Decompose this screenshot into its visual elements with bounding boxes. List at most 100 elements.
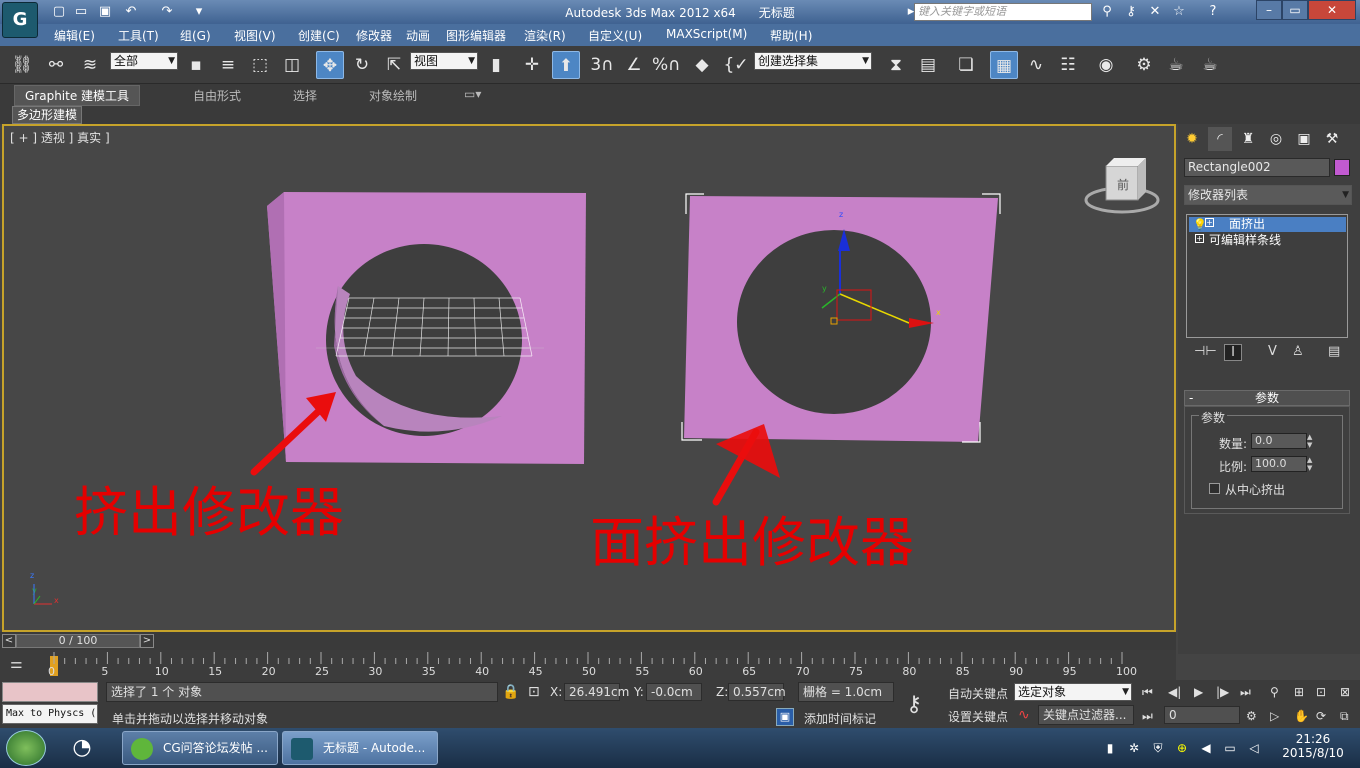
rectangular-selection-icon[interactable]: ⬚ (246, 51, 274, 79)
stack-item-face-extrude[interactable]: 💡 + 面挤出 (1189, 217, 1346, 232)
minimize-button[interactable]: – (1256, 0, 1282, 20)
next-frame-icon[interactable]: |▶ (1216, 685, 1229, 699)
time-prev-icon[interactable]: < (2, 634, 16, 648)
close-button[interactable]: ✕ (1308, 0, 1356, 20)
pivot-center-icon[interactable]: ▮ (482, 51, 510, 79)
menu-customize[interactable]: 自定义(U) (588, 27, 642, 44)
percent-snap-icon[interactable]: %∩ (652, 51, 681, 79)
zoom-all-icon[interactable]: ⊞ (1294, 685, 1304, 699)
menu-graph-editors[interactable]: 图形编辑器 (446, 27, 506, 44)
zoom-extents-all-icon[interactable]: ⊠ (1340, 685, 1350, 699)
key-filters-button[interactable]: 关键点过滤器... (1038, 705, 1134, 725)
remove-modifier-icon[interactable]: ♙ (1292, 344, 1304, 359)
modify-panel-icon[interactable]: ◜ (1208, 127, 1232, 151)
search-input[interactable]: 键入关键字或短语 (914, 3, 1092, 21)
tray-clock[interactable]: 21:26 2015/8/10 (1278, 732, 1348, 760)
render-setup-icon[interactable]: ⚙ (1130, 51, 1158, 79)
tray-speaker-icon[interactable]: ◁ (1246, 740, 1262, 756)
favorites-icon[interactable]: ☆ (1170, 3, 1188, 21)
tab-graphite[interactable]: Graphite 建模工具 (14, 85, 141, 106)
menu-animation[interactable]: 动画 (406, 27, 430, 44)
align-icon[interactable]: ▤ (914, 51, 942, 79)
app-logo-icon[interactable]: G (2, 2, 38, 38)
hierarchy-panel-icon[interactable]: ♜ (1236, 127, 1260, 151)
display-panel-icon[interactable]: ▣ (1292, 127, 1316, 151)
key-mode-dropdown[interactable]: 选定对象 (1014, 683, 1132, 701)
angle-snap-icon[interactable]: ∠ (620, 51, 648, 79)
select-object-icon[interactable]: ▪ (182, 51, 210, 79)
select-and-manipulate-icon[interactable]: ✛ (518, 51, 546, 79)
quick-access-menu-icon[interactable]: ▾ (190, 3, 208, 21)
zoom-icon[interactable]: ⚲ (1270, 685, 1279, 699)
bind-space-warp-icon[interactable]: ≋ (76, 51, 104, 79)
render-production-icon[interactable]: ☕ (1196, 51, 1224, 79)
play-icon[interactable]: ▶ (1194, 685, 1203, 699)
maximize-viewport-icon[interactable]: ⧉ (1340, 709, 1349, 724)
orbit-icon[interactable]: ⟳ (1316, 709, 1326, 723)
add-time-tag-button[interactable]: 添加时间标记 (804, 710, 876, 727)
zoom-extents-icon[interactable]: ⊡ (1316, 685, 1326, 699)
scale-spinner-arrows[interactable]: ▲ ▼ (1307, 456, 1317, 472)
pin-stack-icon[interactable]: ⊣⊢ (1194, 344, 1217, 359)
maximize-button[interactable]: ▭ (1282, 0, 1308, 20)
auto-key-button[interactable]: 自动关键点 (948, 685, 1008, 702)
open-file-icon[interactable]: ▭ (72, 3, 90, 21)
spinner-snap-icon[interactable]: ◆ (688, 51, 716, 79)
collapse-icon[interactable]: - (1189, 391, 1193, 405)
select-and-rotate-icon[interactable]: ↻ (348, 51, 376, 79)
y-coord-field[interactable]: -0.0cm (646, 683, 702, 701)
x-coord-field[interactable]: 26.491cm (564, 683, 629, 701)
time-next-icon[interactable]: > (140, 634, 154, 648)
curve-editor-icon[interactable]: ∿ (1022, 51, 1050, 79)
track-bar[interactable]: ⚌ 0 5 10 15 20 25 30 35 40 45 50 55 60 65 70 75 80 85 90 95… (0, 650, 1176, 680)
time-slider[interactable]: 0 / 100 (16, 634, 140, 648)
graphite-toggle-icon[interactable]: ▦ (990, 51, 1018, 79)
current-frame-field[interactable]: 0 (1164, 706, 1240, 724)
create-panel-icon[interactable]: ✹ (1180, 127, 1204, 151)
menu-tools[interactable]: 工具(T) (118, 27, 159, 44)
schematic-view-icon[interactable]: ☷ (1054, 51, 1082, 79)
ribbon-options-icon[interactable]: ▭▾ (464, 87, 481, 101)
select-and-link-icon[interactable]: ⛓ (8, 51, 36, 79)
perspective-viewport[interactable]: [ + ] 透视 ] 真实 ] z x y 前 z x 挤出修改器 面挤出修改器 (2, 124, 1176, 632)
z-coord-field[interactable]: 0.557cm (728, 683, 786, 701)
set-key-icon[interactable]: ⚷ (906, 692, 922, 717)
expand-icon[interactable]: + (1195, 234, 1204, 243)
help-icon[interactable]: ? (1204, 3, 1222, 21)
taskbar-item-3dsmax[interactable]: 无标题 - Autode... (282, 731, 438, 765)
time-configuration-icon[interactable]: ⚙ (1246, 709, 1257, 723)
exchange-icon[interactable]: ✕ (1146, 3, 1164, 21)
transform-mode-icon[interactable]: ⊡ (528, 684, 540, 700)
window-crossing-icon[interactable]: ◫ (278, 51, 306, 79)
layer-manager-icon[interactable]: ❏ (952, 51, 980, 79)
scale-spinner[interactable]: 100.0 (1251, 456, 1307, 472)
tray-network-icon[interactable]: ▮ (1102, 740, 1118, 756)
tray-security-icon[interactable]: ⛨ (1150, 740, 1166, 756)
motion-panel-icon[interactable]: ◎ (1264, 127, 1288, 151)
tray-app-icon[interactable]: ✲ (1126, 740, 1142, 756)
unlink-icon[interactable]: ⚯ (42, 51, 70, 79)
select-and-scale-icon[interactable]: ⇱ (380, 51, 408, 79)
material-editor-icon[interactable]: ◉ (1092, 51, 1120, 79)
maxscript-mini-listener[interactable]: Max to Physcs ( (2, 704, 98, 724)
reference-coordinate-dropdown[interactable]: 视图 (410, 52, 478, 70)
tray-volume-icon[interactable]: ◀ (1198, 740, 1214, 756)
edit-named-selection-icon[interactable]: {✓ (722, 51, 750, 79)
time-tag-icon[interactable]: ▣ (776, 708, 794, 726)
object-name-field[interactable]: Rectangle002 (1184, 158, 1330, 177)
amount-spinner-arrows[interactable]: ▲ ▼ (1307, 433, 1317, 449)
key-icon[interactable]: ⚷ (1122, 3, 1140, 21)
set-key-button[interactable]: 设置关键点 (948, 708, 1008, 725)
viewcube-front-label[interactable]: 前 (1117, 176, 1129, 193)
tray-plus-icon[interactable]: ⊕ (1174, 740, 1190, 756)
tab-freeform[interactable]: 自由形式 (193, 87, 241, 104)
selection-filter-dropdown[interactable]: 全部 (110, 52, 178, 70)
configure-modifier-sets-icon[interactable]: ▤ (1328, 344, 1340, 359)
undo-icon[interactable]: ↶ (122, 3, 140, 21)
redo-icon[interactable]: ↷ (158, 3, 176, 21)
tab-object-paint[interactable]: 对象绘制 (369, 87, 417, 104)
menu-rendering[interactable]: 渲染(R) (524, 27, 566, 44)
taskbar-item-browser[interactable]: CG问答论坛发帖 ... (122, 731, 278, 765)
previous-frame-icon[interactable]: ◀| (1168, 685, 1181, 699)
make-unique-icon[interactable]: V (1268, 344, 1277, 359)
